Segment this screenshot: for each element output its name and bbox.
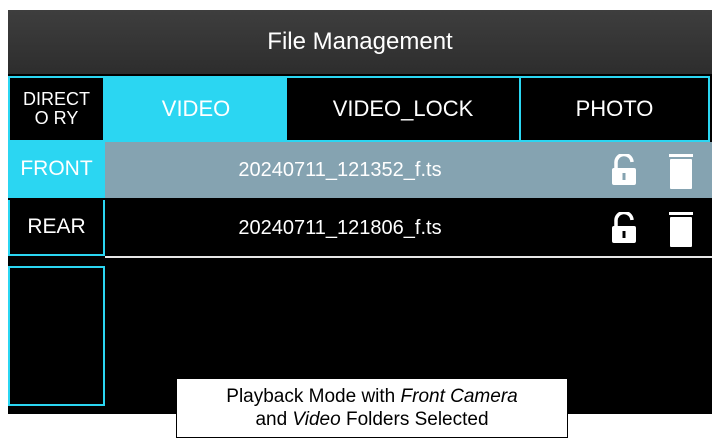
trash-icon[interactable] bbox=[669, 212, 693, 254]
tab-video[interactable]: VIDEO bbox=[105, 76, 287, 142]
sidebar-item-rear[interactable]: REAR bbox=[8, 200, 105, 256]
sidebar-item-front[interactable]: FRONT bbox=[8, 142, 105, 198]
device-screen: File Management DIRECTO RY VIDEO VIDEO_L… bbox=[8, 10, 712, 414]
tab-video-lock[interactable]: VIDEO_LOCK bbox=[285, 76, 521, 142]
file-name: 20240711_121352_f.ts bbox=[238, 158, 442, 181]
tab-video-lock-label: VIDEO_LOCK bbox=[332, 96, 474, 121]
figure-caption: Playback Mode with Front Camera and Vide… bbox=[176, 378, 568, 438]
directory-sidebar: FRONT REAR bbox=[8, 142, 105, 414]
caption-line-2: and Video Folders Selected bbox=[177, 408, 567, 431]
tab-directory[interactable]: DIRECTO RY bbox=[8, 76, 105, 142]
tab-bar: DIRECTO RY VIDEO VIDEO_LOCK PHOTO bbox=[8, 76, 712, 142]
caption-line-1: Playback Mode with Front Camera bbox=[177, 385, 567, 408]
tab-directory-label: DIRECTO RY bbox=[23, 89, 90, 128]
file-row[interactable]: 20240711_121352_f.ts bbox=[105, 142, 712, 198]
caption-emphasis: Front Camera bbox=[400, 386, 518, 407]
unlock-icon[interactable] bbox=[610, 152, 640, 192]
tab-photo[interactable]: PHOTO bbox=[519, 76, 710, 142]
caption-emphasis: Video bbox=[292, 409, 341, 430]
file-list: 20240711_121352_f.ts 20240711_121806_f.t… bbox=[105, 142, 712, 414]
sidebar-empty-slot bbox=[8, 266, 105, 406]
page-title: File Management bbox=[267, 28, 453, 55]
caption-text: and bbox=[255, 409, 293, 430]
trash-icon[interactable] bbox=[669, 154, 693, 196]
caption-text: Folders Selected bbox=[340, 409, 489, 430]
unlock-icon[interactable] bbox=[610, 210, 640, 250]
caption-text: Playback Mode with bbox=[226, 386, 401, 407]
tab-video-label: VIDEO bbox=[161, 96, 231, 121]
title-bar: File Management bbox=[8, 10, 712, 74]
sidebar-item-front-label: FRONT bbox=[20, 157, 93, 180]
file-row[interactable]: 20240711_121806_f.ts bbox=[105, 200, 712, 258]
tab-photo-label: PHOTO bbox=[575, 96, 654, 121]
sidebar-item-rear-label: REAR bbox=[27, 215, 86, 238]
file-name: 20240711_121806_f.ts bbox=[238, 216, 442, 239]
